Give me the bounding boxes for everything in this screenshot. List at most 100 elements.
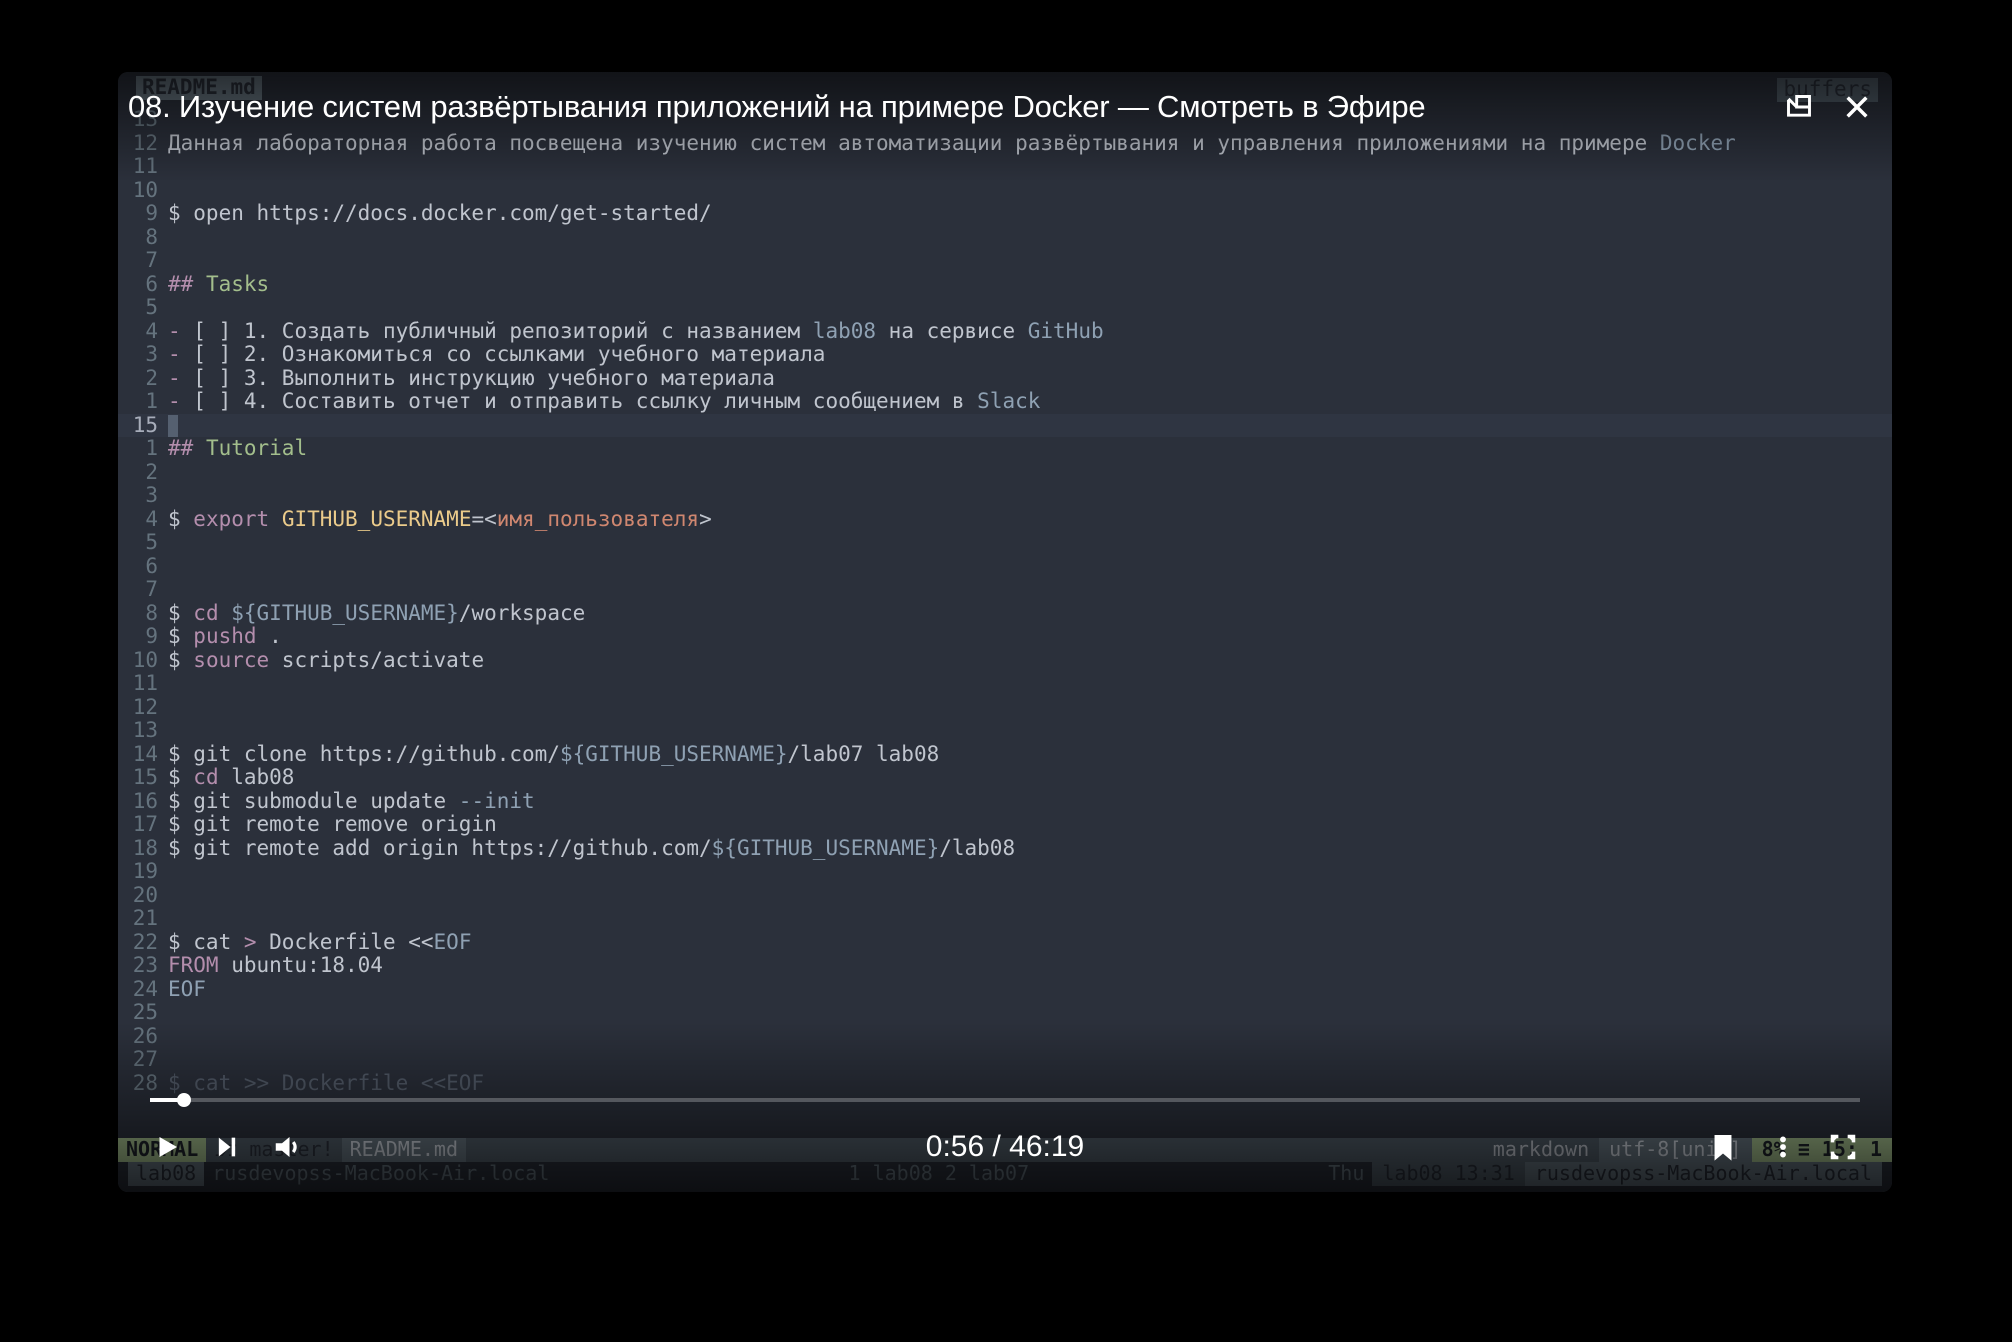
code-line: 8$ cd ${GITHUB_USERNAME}/workspace [118, 602, 1892, 626]
video-player[interactable]: README.md buffers 1312Данная лабораторна… [118, 72, 1892, 1192]
code-line: 20 [118, 884, 1892, 908]
code-content: $ pushd . [168, 625, 1892, 649]
code-line: 15$ cd lab08 [118, 766, 1892, 790]
line-number: 8 [118, 226, 168, 250]
code-line: 4$ export GITHUB_USERNAME=<имя_пользоват… [118, 508, 1892, 532]
code-line: 23FROM ubuntu:18.04 [118, 954, 1892, 978]
line-number: 16 [118, 790, 168, 814]
current-time: 0:56 [926, 1130, 984, 1163]
fullscreen-button[interactable] [1826, 1130, 1860, 1164]
code-content [168, 884, 1892, 908]
code-line: 5 [118, 296, 1892, 320]
code-content: - [ ] 4. Составить отчет и отправить ссы… [168, 390, 1892, 414]
line-number: 1 [118, 390, 168, 414]
close-icon[interactable] [1842, 92, 1872, 122]
code-content [168, 461, 1892, 485]
code-line: 21 [118, 907, 1892, 931]
code-content: $ git clone https://github.com/${GITHUB_… [168, 743, 1892, 767]
code-content [168, 296, 1892, 320]
code-content [168, 555, 1892, 579]
code-line: 3 [118, 484, 1892, 508]
line-number: 22 [118, 931, 168, 955]
code-line: 10 [118, 179, 1892, 203]
volume-button[interactable] [270, 1130, 304, 1164]
code-line: 25 [118, 1001, 1892, 1025]
code-content: $ cat > Dockerfile <<EOF [168, 931, 1892, 955]
line-number: 9 [118, 625, 168, 649]
code-content: - [ ] 3. Выполнить инструкцию учебного м… [168, 367, 1892, 391]
code-content [168, 578, 1892, 602]
code-content: $ export GITHUB_USERNAME=<имя_пользовате… [168, 508, 1892, 532]
line-number: 23 [118, 954, 168, 978]
video-title: 08. Изучение систем развёртывания прилож… [128, 89, 1425, 125]
code-content [168, 719, 1892, 743]
code-line: 17$ git remote remove origin [118, 813, 1892, 837]
line-number: 15 [118, 766, 168, 790]
play-button[interactable] [150, 1130, 184, 1164]
code-line: 19 [118, 860, 1892, 884]
more-button[interactable] [1766, 1130, 1800, 1164]
bookmark-button[interactable] [1706, 1130, 1740, 1164]
line-number: 25 [118, 1001, 168, 1025]
code-line: 15 [118, 414, 1892, 438]
code-content: $ git remote add origin https://github.c… [168, 837, 1892, 861]
next-button[interactable] [210, 1130, 244, 1164]
line-number: 24 [118, 978, 168, 1002]
code-line: 12 [118, 696, 1892, 720]
line-number: 15 [118, 414, 168, 438]
code-line: 2 [118, 461, 1892, 485]
code-line: 5 [118, 531, 1892, 555]
player-controls: 0:56 / 46:19 [118, 1102, 1892, 1192]
code-content [168, 484, 1892, 508]
line-number: 6 [118, 273, 168, 297]
code-line: 2- [ ] 3. Выполнить инструкцию учебного … [118, 367, 1892, 391]
line-number: 3 [118, 343, 168, 367]
code-line: 14$ git clone https://github.com/${GITHU… [118, 743, 1892, 767]
code-content: $ git submodule update --init [168, 790, 1892, 814]
code-content: $ cd ${GITHUB_USERNAME}/workspace [168, 602, 1892, 626]
line-number: 7 [118, 249, 168, 273]
code-line: 7 [118, 249, 1892, 273]
line-number: 21 [118, 907, 168, 931]
line-number: 9 [118, 202, 168, 226]
line-number: 20 [118, 884, 168, 908]
line-number: 5 [118, 531, 168, 555]
code-content: - [ ] 1. Создать публичный репозиторий с… [168, 320, 1892, 344]
code-line: 6 [118, 555, 1892, 579]
line-number: 2 [118, 461, 168, 485]
line-number: 19 [118, 860, 168, 884]
code-line: 4- [ ] 1. Создать публичный репозиторий … [118, 320, 1892, 344]
player-header: 08. Изучение систем развёртывания прилож… [118, 72, 1892, 142]
line-number: 6 [118, 555, 168, 579]
line-number: 5 [118, 296, 168, 320]
line-number: 10 [118, 179, 168, 203]
code-content: FROM ubuntu:18.04 [168, 954, 1892, 978]
line-number: 17 [118, 813, 168, 837]
code-line: 18$ git remote add origin https://github… [118, 837, 1892, 861]
line-number: 8 [118, 602, 168, 626]
code-area: 1312Данная лабораторная работа посвещена… [118, 108, 1892, 1128]
code-content: ## Tutorial [168, 437, 1892, 461]
code-content: - [ ] 2. Ознакомиться со ссылками учебно… [168, 343, 1892, 367]
code-line: 24EOF [118, 978, 1892, 1002]
line-number: 1 [118, 437, 168, 461]
code-content: $ source scripts/activate [168, 649, 1892, 673]
line-number: 13 [118, 719, 168, 743]
code-content [168, 1001, 1892, 1025]
pip-icon[interactable] [1784, 92, 1814, 122]
time-display: 0:56 / 46:19 [926, 1130, 1084, 1164]
line-number: 4 [118, 320, 168, 344]
code-line: 11 [118, 672, 1892, 696]
code-content [168, 531, 1892, 555]
code-content: $ open https://docs.docker.com/get-start… [168, 202, 1892, 226]
code-line: 1## Tutorial [118, 437, 1892, 461]
line-number: 12 [118, 696, 168, 720]
code-content [168, 672, 1892, 696]
line-number: 7 [118, 578, 168, 602]
line-number: 14 [118, 743, 168, 767]
code-line: 8 [118, 226, 1892, 250]
code-line: 6## Tasks [118, 273, 1892, 297]
code-content [168, 414, 1892, 438]
code-line: 22$ cat > Dockerfile <<EOF [118, 931, 1892, 955]
code-content: $ cd lab08 [168, 766, 1892, 790]
